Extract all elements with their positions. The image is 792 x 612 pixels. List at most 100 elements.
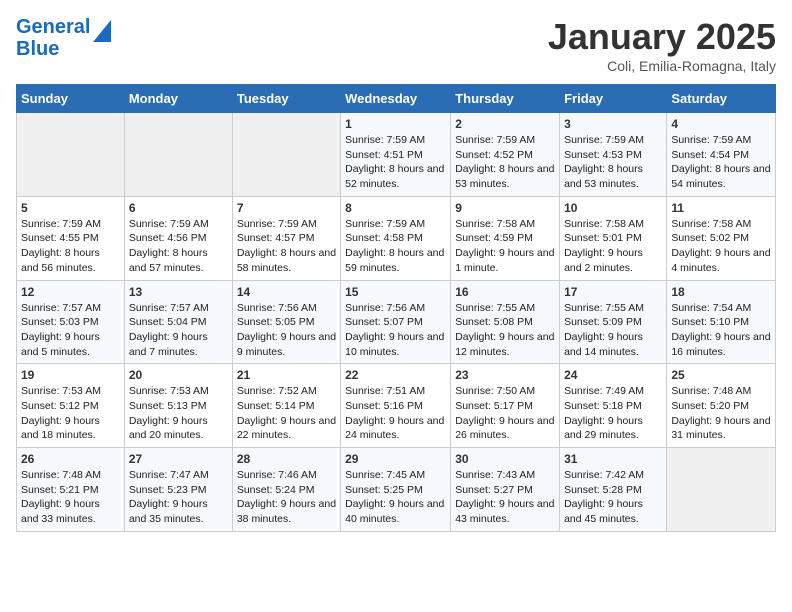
calendar-cell — [232, 113, 340, 197]
logo-name: General Blue — [16, 16, 90, 60]
calendar-cell: 12 Sunrise: 7:57 AM Sunset: 5:03 PM Dayli… — [17, 280, 125, 364]
day-info: Sunrise: 7:58 AM Sunset: 5:02 PM Dayligh… — [671, 217, 771, 276]
day-info: Sunrise: 7:50 AM Sunset: 5:17 PM Dayligh… — [455, 384, 555, 443]
header-cell-friday: Friday — [560, 85, 667, 113]
calendar-cell — [17, 113, 125, 197]
header-row: SundayMondayTuesdayWednesdayThursdayFrid… — [17, 85, 776, 113]
calendar-cell: 18 Sunrise: 7:54 AM Sunset: 5:10 PM Dayli… — [667, 280, 776, 364]
day-info: Sunrise: 7:48 AM Sunset: 5:20 PM Dayligh… — [671, 384, 771, 443]
day-info: Sunrise: 7:57 AM Sunset: 5:03 PM Dayligh… — [21, 301, 120, 360]
calendar-cell: 23 Sunrise: 7:50 AM Sunset: 5:17 PM Dayli… — [451, 364, 560, 448]
day-info: Sunrise: 7:59 AM Sunset: 4:52 PM Dayligh… — [455, 133, 555, 192]
day-info: Sunrise: 7:58 AM Sunset: 4:59 PM Dayligh… — [455, 217, 555, 276]
calendar-cell: 20 Sunrise: 7:53 AM Sunset: 5:13 PM Dayli… — [124, 364, 232, 448]
header-cell-thursday: Thursday — [451, 85, 560, 113]
week-row-0: 1 Sunrise: 7:59 AM Sunset: 4:51 PM Daylig… — [17, 113, 776, 197]
calendar-table: SundayMondayTuesdayWednesdayThursdayFrid… — [16, 84, 776, 532]
calendar-cell: 3 Sunrise: 7:59 AM Sunset: 4:53 PM Daylig… — [560, 113, 667, 197]
header-cell-sunday: Sunday — [17, 85, 125, 113]
day-info: Sunrise: 7:51 AM Sunset: 5:16 PM Dayligh… — [345, 384, 446, 443]
header-cell-saturday: Saturday — [667, 85, 776, 113]
day-number: 24 — [564, 368, 662, 382]
logo-text-block: General Blue — [16, 16, 90, 60]
header: General Blue January 2025 Coli, Emilia-R… — [16, 16, 776, 74]
day-number: 27 — [129, 452, 228, 466]
day-number: 2 — [455, 117, 555, 131]
day-number: 1 — [345, 117, 446, 131]
day-number: 31 — [564, 452, 662, 466]
week-row-4: 26 Sunrise: 7:48 AM Sunset: 5:21 PM Dayli… — [17, 448, 776, 532]
day-info: Sunrise: 7:59 AM Sunset: 4:54 PM Dayligh… — [671, 133, 771, 192]
day-info: Sunrise: 7:54 AM Sunset: 5:10 PM Dayligh… — [671, 301, 771, 360]
calendar-cell — [667, 448, 776, 532]
calendar-cell: 22 Sunrise: 7:51 AM Sunset: 5:16 PM Dayli… — [341, 364, 451, 448]
day-number: 14 — [237, 285, 336, 299]
day-number: 22 — [345, 368, 446, 382]
day-number: 7 — [237, 201, 336, 215]
day-number: 10 — [564, 201, 662, 215]
calendar-cell: 9 Sunrise: 7:58 AM Sunset: 4:59 PM Daylig… — [451, 196, 560, 280]
day-number: 19 — [21, 368, 120, 382]
day-info: Sunrise: 7:47 AM Sunset: 5:23 PM Dayligh… — [129, 468, 228, 527]
day-info: Sunrise: 7:49 AM Sunset: 5:18 PM Dayligh… — [564, 384, 662, 443]
calendar-cell: 4 Sunrise: 7:59 AM Sunset: 4:54 PM Daylig… — [667, 113, 776, 197]
day-info: Sunrise: 7:43 AM Sunset: 5:27 PM Dayligh… — [455, 468, 555, 527]
day-number: 23 — [455, 368, 555, 382]
calendar-cell: 15Sunrise: 7:56 AM Sunset: 5:07 PM Dayli… — [341, 280, 451, 364]
calendar-cell: 11Sunrise: 7:58 AM Sunset: 5:02 PM Dayli… — [667, 196, 776, 280]
day-number: 15 — [345, 285, 446, 299]
day-info: Sunrise: 7:42 AM Sunset: 5:28 PM Dayligh… — [564, 468, 662, 527]
day-info: Sunrise: 7:52 AM Sunset: 5:14 PM Dayligh… — [237, 384, 336, 443]
day-number: 29 — [345, 452, 446, 466]
day-info: Sunrise: 7:59 AM Sunset: 4:58 PM Dayligh… — [345, 217, 446, 276]
calendar-cell: 19 Sunrise: 7:53 AM Sunset: 5:12 PM Dayli… — [17, 364, 125, 448]
calendar-cell: 30 Sunrise: 7:43 AM Sunset: 5:27 PM Dayli… — [451, 448, 560, 532]
day-number: 4 — [671, 117, 771, 131]
header-cell-wednesday: Wednesday — [341, 85, 451, 113]
calendar-subtitle: Coli, Emilia-Romagna, Italy — [548, 58, 776, 74]
day-number: 26 — [21, 452, 120, 466]
day-number: 8 — [345, 201, 446, 215]
calendar-cell: 25 Sunrise: 7:48 AM Sunset: 5:20 PM Dayli… — [667, 364, 776, 448]
calendar-cell: 27 Sunrise: 7:47 AM Sunset: 5:23 PM Dayli… — [124, 448, 232, 532]
day-number: 20 — [129, 368, 228, 382]
day-info: Sunrise: 7:45 AM Sunset: 5:25 PM Dayligh… — [345, 468, 446, 527]
logo-general: General — [16, 16, 90, 38]
logo-icon — [93, 20, 111, 42]
day-info: Sunrise: 7:59 AM Sunset: 4:51 PM Dayligh… — [345, 133, 446, 192]
calendar-cell: 29 Sunrise: 7:45 AM Sunset: 5:25 PM Dayli… — [341, 448, 451, 532]
calendar-cell: 1 Sunrise: 7:59 AM Sunset: 4:51 PM Daylig… — [341, 113, 451, 197]
calendar-cell: 16Sunrise: 7:55 AM Sunset: 5:08 PM Dayli… — [451, 280, 560, 364]
day-info: Sunrise: 7:57 AM Sunset: 5:04 PM Dayligh… — [129, 301, 228, 360]
calendar-title: January 2025 — [548, 16, 776, 58]
header-cell-monday: Monday — [124, 85, 232, 113]
day-number: 17 — [564, 285, 662, 299]
week-row-3: 19 Sunrise: 7:53 AM Sunset: 5:12 PM Dayli… — [17, 364, 776, 448]
day-info: Sunrise: 7:55 AM Sunset: 5:08 PM Dayligh… — [455, 301, 555, 360]
day-info: Sunrise: 7:53 AM Sunset: 5:12 PM Dayligh… — [21, 384, 120, 443]
day-number: 28 — [237, 452, 336, 466]
day-number: 12 — [21, 285, 120, 299]
day-number: 25 — [671, 368, 771, 382]
calendar-cell: 7 Sunrise: 7:59 AM Sunset: 4:57 PM Daylig… — [232, 196, 340, 280]
header-cell-tuesday: Tuesday — [232, 85, 340, 113]
calendar-cell: 5Sunrise: 7:59 AM Sunset: 4:55 PM Daylig… — [17, 196, 125, 280]
day-info: Sunrise: 7:59 AM Sunset: 4:57 PM Dayligh… — [237, 217, 336, 276]
page: General Blue January 2025 Coli, Emilia-R… — [0, 0, 792, 548]
calendar-cell: 14 Sunrise: 7:56 AM Sunset: 5:05 PM Dayli… — [232, 280, 340, 364]
day-info: Sunrise: 7:58 AM Sunset: 5:01 PM Dayligh… — [564, 217, 662, 276]
day-number: 3 — [564, 117, 662, 131]
day-number: 13 — [129, 285, 228, 299]
calendar-cell: 10 Sunrise: 7:58 AM Sunset: 5:01 PM Dayli… — [560, 196, 667, 280]
day-number: 6 — [129, 201, 228, 215]
day-number: 9 — [455, 201, 555, 215]
calendar-cell: 17Sunrise: 7:55 AM Sunset: 5:09 PM Dayli… — [560, 280, 667, 364]
day-number: 30 — [455, 452, 555, 466]
day-info: Sunrise: 7:48 AM Sunset: 5:21 PM Dayligh… — [21, 468, 120, 527]
calendar-cell: 2 Sunrise: 7:59 AM Sunset: 4:52 PM Daylig… — [451, 113, 560, 197]
day-number: 18 — [671, 285, 771, 299]
day-info: Sunrise: 7:53 AM Sunset: 5:13 PM Dayligh… — [129, 384, 228, 443]
week-row-1: 5Sunrise: 7:59 AM Sunset: 4:55 PM Daylig… — [17, 196, 776, 280]
day-info: Sunrise: 7:56 AM Sunset: 5:05 PM Dayligh… — [237, 301, 336, 360]
day-info: Sunrise: 7:59 AM Sunset: 4:53 PM Dayligh… — [564, 133, 662, 192]
